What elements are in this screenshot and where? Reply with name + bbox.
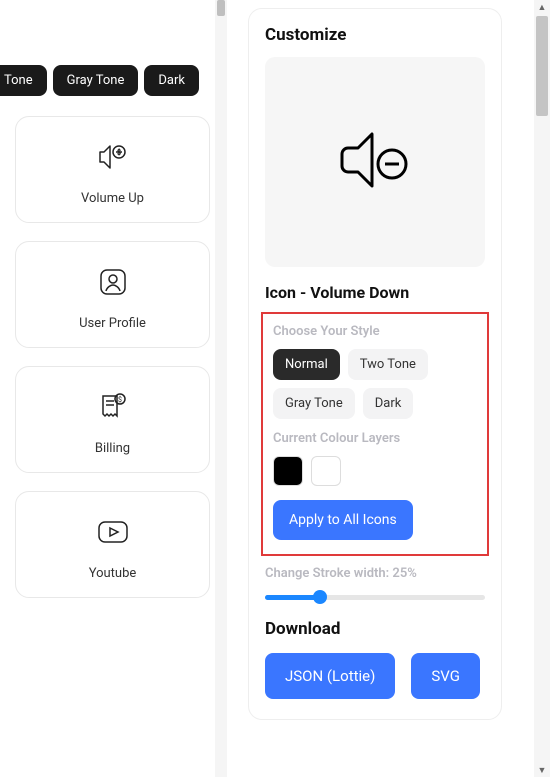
customize-panel: Customize Icon - Volume Down Choose Your… [248,8,502,720]
download-buttons: JSON (Lottie) SVG [265,653,485,699]
icon-card-volume-up[interactable]: $ Volume Up [15,116,210,223]
slider-handle[interactable] [313,590,327,604]
style-dark[interactable]: Dark [363,388,414,419]
choose-style-label: Choose Your Style [273,324,477,339]
download-svg-button[interactable]: SVG [411,653,480,699]
scrollbar-thumb[interactable] [217,0,225,16]
user-profile-icon [98,262,128,302]
filter-dark[interactable]: Dark [144,65,199,96]
billing-icon: $ [97,387,129,427]
filter-tone[interactable]: Tone [0,65,47,96]
left-scrollbar[interactable] [215,0,227,777]
left-panel: Tone Gray Tone Dark $ Volume Up [0,0,225,777]
icon-card-user-profile[interactable]: User Profile [15,241,210,348]
filter-gray-tone[interactable]: Gray Tone [53,65,139,96]
colour-swatches [273,456,477,486]
slider-fill [265,595,320,600]
style-two-tone[interactable]: Two Tone [348,349,428,380]
stroke-width-label: Change Stroke width: 25% [265,566,485,581]
icon-card-youtube[interactable]: Youtube [15,491,210,598]
right-scrollbar[interactable]: ▲ ▼ [534,0,550,777]
style-filter-row: Tone Gray Tone Dark [0,0,225,96]
svg-text:$: $ [118,396,122,404]
apply-to-all-button[interactable]: Apply to All Icons [273,500,413,540]
stroke-width-slider[interactable] [265,589,485,605]
style-gray-tone[interactable]: Gray Tone [273,388,355,419]
colour-layers-label: Current Colour Layers [273,431,477,446]
card-label: Billing [95,441,130,456]
icon-name: Icon - Volume Down [265,283,485,302]
card-label: Youtube [89,566,137,581]
volume-down-icon [330,120,420,204]
download-title: Download [265,619,485,639]
scroll-down-arrow[interactable]: ▼ [537,765,547,775]
download-json-button[interactable]: JSON (Lottie) [265,653,395,699]
card-label: Volume Up [81,191,144,206]
customize-title: Customize [265,25,485,45]
swatch-black[interactable] [273,456,303,486]
scroll-up-arrow[interactable]: ▲ [537,2,547,12]
icon-grid: $ Volume Up User Profile [0,96,225,598]
icon-card-billing[interactable]: $ Billing [15,366,210,473]
style-normal[interactable]: Normal [273,349,340,380]
icon-preview [265,57,485,267]
volume-up-icon: $ [96,137,130,177]
style-options: Normal Two Tone Gray Tone Dark [273,349,477,419]
card-label: User Profile [79,316,146,331]
scrollbar-thumb[interactable] [536,16,548,116]
youtube-icon [96,512,130,552]
highlighted-style-section: Choose Your Style Normal Two Tone Gray T… [261,312,489,556]
swatch-white[interactable] [311,456,341,486]
